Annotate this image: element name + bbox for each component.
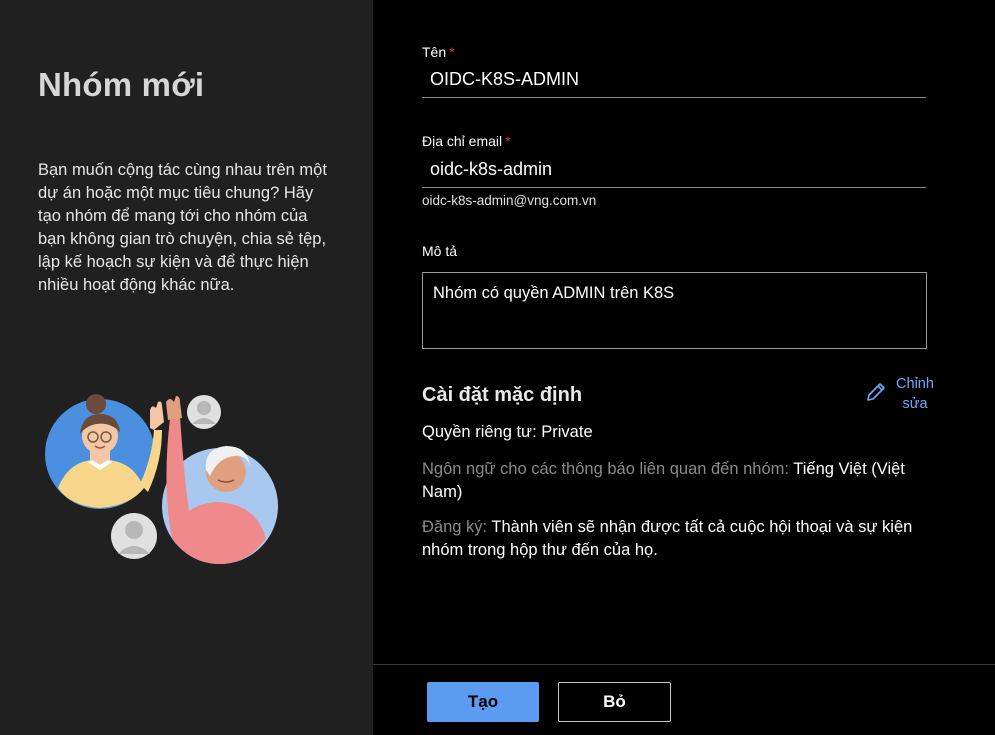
- group-illustration: [45, 394, 278, 564]
- default-settings-title: Cài đặt mặc định: [422, 384, 583, 406]
- intro-description: Bạn muốn cộng tác cùng nhau trên một dự …: [38, 161, 327, 294]
- cancel-button[interactable]: Bỏ: [558, 682, 671, 722]
- privacy-setting: Quyền riêng tư: Private: [422, 423, 593, 441]
- description-input[interactable]: Nhóm có quyền ADMIN trên K8S: [422, 272, 927, 349]
- edit-label: Chỉnh sửa: [896, 376, 934, 412]
- subscription-value: Thành viên sẽ nhận được tất cả cuộc hội …: [422, 518, 913, 559]
- required-mark: *: [505, 133, 511, 149]
- language-setting: Ngôn ngữ cho các thông báo liên quan đến…: [422, 458, 932, 504]
- language-label: Ngôn ngữ cho các thông báo liên quan đến…: [422, 460, 789, 478]
- edit-settings-button[interactable]: Chỉnh sửa: [864, 374, 940, 414]
- footer-divider: [373, 664, 995, 665]
- form-panel: [373, 0, 995, 735]
- required-mark: *: [449, 44, 455, 60]
- email-label: Địa chỉ email *: [422, 133, 511, 149]
- email-full-address: oidc-k8s-admin@vng.com.vn: [422, 193, 597, 208]
- create-button[interactable]: Tạo: [427, 682, 539, 722]
- subscription-setting: Đăng ký: Thành viên sẽ nhận được tất cả …: [422, 516, 932, 562]
- name-input[interactable]: [422, 62, 926, 98]
- subscription-label: Đăng ký:: [422, 518, 488, 536]
- email-input[interactable]: [422, 152, 926, 188]
- page-title: Nhóm mới: [38, 66, 205, 103]
- pencil-icon: [867, 383, 885, 401]
- intro-panel: Nhóm mới Bạn muốn cộng tác cùng nhau trê…: [0, 0, 373, 735]
- name-label: Tên *: [422, 44, 455, 60]
- description-label: Mô tả: [422, 243, 458, 259]
